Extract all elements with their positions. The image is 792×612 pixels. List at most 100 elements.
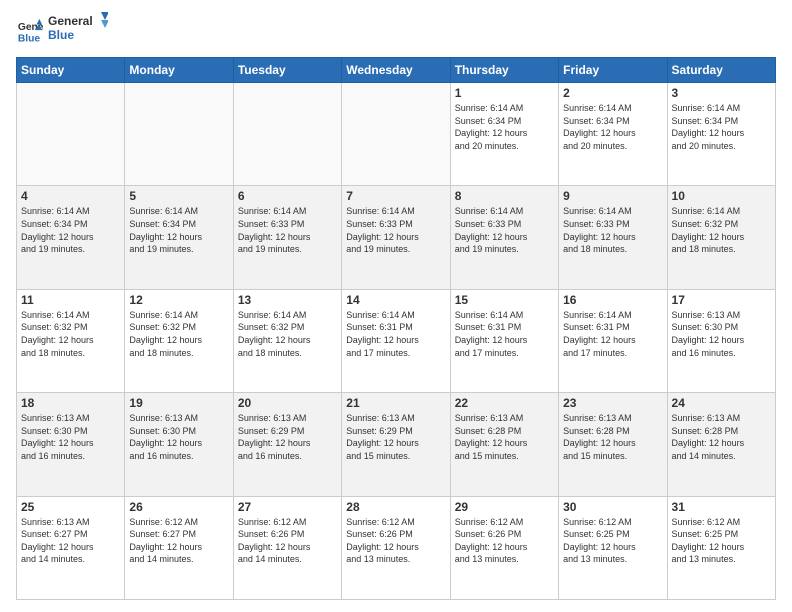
day-number: 20 xyxy=(238,396,337,410)
day-number: 2 xyxy=(563,86,662,100)
day-cell: 26 Sunrise: 6:12 AMSunset: 6:27 PMDayligh… xyxy=(125,496,233,599)
day-cell: 2 Sunrise: 6:14 AMSunset: 6:34 PMDaylight… xyxy=(559,83,667,186)
day-number: 12 xyxy=(129,293,228,307)
day-info: Sunrise: 6:12 AMSunset: 6:26 PMDaylight:… xyxy=(238,516,337,566)
day-number: 29 xyxy=(455,500,554,514)
day-info: Sunrise: 6:13 AMSunset: 6:27 PMDaylight:… xyxy=(21,516,120,566)
day-cell: 11Sunrise: 6:14 AMSunset: 6:32 PMDayligh… xyxy=(17,289,125,392)
week-row-5: 25 Sunrise: 6:13 AMSunset: 6:27 PMDayligh… xyxy=(17,496,776,599)
day-info: Sunrise: 6:13 AMSunset: 6:28 PMDaylight:… xyxy=(672,412,771,462)
day-number: 30 xyxy=(563,500,662,514)
day-info: Sunrise: 6:14 AMSunset: 6:33 PMDaylight:… xyxy=(346,205,445,255)
col-header-saturday: Saturday xyxy=(667,58,775,83)
day-number: 28 xyxy=(346,500,445,514)
day-cell: 12Sunrise: 6:14 AMSunset: 6:32 PMDayligh… xyxy=(125,289,233,392)
day-number: 27 xyxy=(238,500,337,514)
day-info: Sunrise: 6:13 AMSunset: 6:30 PMDaylight:… xyxy=(672,309,771,359)
day-number: 15 xyxy=(455,293,554,307)
day-info: Sunrise: 6:14 AMSunset: 6:33 PMDaylight:… xyxy=(238,205,337,255)
day-info: Sunrise: 6:14 AMSunset: 6:34 PMDaylight:… xyxy=(672,102,771,152)
col-header-monday: Monday xyxy=(125,58,233,83)
day-number: 16 xyxy=(563,293,662,307)
day-info: Sunrise: 6:12 AMSunset: 6:26 PMDaylight:… xyxy=(346,516,445,566)
svg-text:Blue: Blue xyxy=(18,33,41,44)
day-info: Sunrise: 6:14 AMSunset: 6:31 PMDaylight:… xyxy=(346,309,445,359)
day-cell: 8 Sunrise: 6:14 AMSunset: 6:33 PMDaylight… xyxy=(450,186,558,289)
day-info: Sunrise: 6:13 AMSunset: 6:28 PMDaylight:… xyxy=(455,412,554,462)
day-info: Sunrise: 6:13 AMSunset: 6:29 PMDaylight:… xyxy=(346,412,445,462)
day-info: Sunrise: 6:14 AMSunset: 6:34 PMDaylight:… xyxy=(563,102,662,152)
day-info: Sunrise: 6:13 AMSunset: 6:29 PMDaylight:… xyxy=(238,412,337,462)
day-info: Sunrise: 6:14 AMSunset: 6:34 PMDaylight:… xyxy=(455,102,554,152)
day-number: 31 xyxy=(672,500,771,514)
day-number: 26 xyxy=(129,500,228,514)
day-number: 14 xyxy=(346,293,445,307)
day-info: Sunrise: 6:12 AMSunset: 6:27 PMDaylight:… xyxy=(129,516,228,566)
day-cell: 5 Sunrise: 6:14 AMSunset: 6:34 PMDaylight… xyxy=(125,186,233,289)
day-info: Sunrise: 6:14 AMSunset: 6:34 PMDaylight:… xyxy=(21,205,120,255)
day-number: 24 xyxy=(672,396,771,410)
day-cell: 30 Sunrise: 6:12 AMSunset: 6:25 PMDayligh… xyxy=(559,496,667,599)
col-header-sunday: Sunday xyxy=(17,58,125,83)
day-cell: 1 Sunrise: 6:14 AMSunset: 6:34 PMDaylight… xyxy=(450,83,558,186)
week-row-2: 4Sunrise: 6:14 AMSunset: 6:34 PMDaylight… xyxy=(17,186,776,289)
day-cell xyxy=(125,83,233,186)
col-header-friday: Friday xyxy=(559,58,667,83)
col-header-tuesday: Tuesday xyxy=(233,58,341,83)
day-info: Sunrise: 6:14 AMSunset: 6:31 PMDaylight:… xyxy=(563,309,662,359)
day-info: Sunrise: 6:13 AMSunset: 6:28 PMDaylight:… xyxy=(563,412,662,462)
day-number: 18 xyxy=(21,396,120,410)
day-cell: 22 Sunrise: 6:13 AMSunset: 6:28 PMDayligh… xyxy=(450,393,558,496)
day-number: 1 xyxy=(455,86,554,100)
day-info: Sunrise: 6:12 AMSunset: 6:25 PMDaylight:… xyxy=(672,516,771,566)
header: General Blue General Blue xyxy=(16,12,776,49)
day-cell: 13 Sunrise: 6:14 AMSunset: 6:32 PMDayligh… xyxy=(233,289,341,392)
day-info: Sunrise: 6:14 AMSunset: 6:34 PMDaylight:… xyxy=(129,205,228,255)
logo: General Blue General Blue xyxy=(16,12,108,49)
day-number: 5 xyxy=(129,189,228,203)
logo-icon: General Blue xyxy=(16,17,44,45)
day-cell: 7Sunrise: 6:14 AMSunset: 6:33 PMDaylight… xyxy=(342,186,450,289)
day-info: Sunrise: 6:13 AMSunset: 6:30 PMDaylight:… xyxy=(21,412,120,462)
day-cell: 10Sunrise: 6:14 AMSunset: 6:32 PMDayligh… xyxy=(667,186,775,289)
page: General Blue General Blue SundayMon xyxy=(0,0,792,612)
day-number: 19 xyxy=(129,396,228,410)
day-cell: 29Sunrise: 6:12 AMSunset: 6:26 PMDayligh… xyxy=(450,496,558,599)
day-number: 25 xyxy=(21,500,120,514)
logo-svg: General Blue xyxy=(48,12,108,44)
day-number: 9 xyxy=(563,189,662,203)
day-info: Sunrise: 6:14 AMSunset: 6:33 PMDaylight:… xyxy=(455,205,554,255)
day-cell xyxy=(233,83,341,186)
day-number: 13 xyxy=(238,293,337,307)
header-row: SundayMondayTuesdayWednesdayThursdayFrid… xyxy=(17,58,776,83)
day-cell: 3Sunrise: 6:14 AMSunset: 6:34 PMDaylight… xyxy=(667,83,775,186)
day-cell: 31 Sunrise: 6:12 AMSunset: 6:25 PMDayligh… xyxy=(667,496,775,599)
day-number: 17 xyxy=(672,293,771,307)
calendar-table: SundayMondayTuesdayWednesdayThursdayFrid… xyxy=(16,57,776,600)
day-info: Sunrise: 6:12 AMSunset: 6:25 PMDaylight:… xyxy=(563,516,662,566)
day-number: 6 xyxy=(238,189,337,203)
day-cell: 24 Sunrise: 6:13 AMSunset: 6:28 PMDayligh… xyxy=(667,393,775,496)
day-number: 8 xyxy=(455,189,554,203)
day-info: Sunrise: 6:14 AMSunset: 6:32 PMDaylight:… xyxy=(238,309,337,359)
day-cell: 18 Sunrise: 6:13 AMSunset: 6:30 PMDayligh… xyxy=(17,393,125,496)
week-row-3: 11Sunrise: 6:14 AMSunset: 6:32 PMDayligh… xyxy=(17,289,776,392)
day-cell: 20 Sunrise: 6:13 AMSunset: 6:29 PMDayligh… xyxy=(233,393,341,496)
day-info: Sunrise: 6:14 AMSunset: 6:31 PMDaylight:… xyxy=(455,309,554,359)
svg-text:Blue: Blue xyxy=(48,28,74,42)
day-cell: 23 Sunrise: 6:13 AMSunset: 6:28 PMDayligh… xyxy=(559,393,667,496)
day-cell: 9 Sunrise: 6:14 AMSunset: 6:33 PMDaylight… xyxy=(559,186,667,289)
day-cell: 25 Sunrise: 6:13 AMSunset: 6:27 PMDayligh… xyxy=(17,496,125,599)
day-cell: 14 Sunrise: 6:14 AMSunset: 6:31 PMDayligh… xyxy=(342,289,450,392)
day-cell xyxy=(342,83,450,186)
day-number: 23 xyxy=(563,396,662,410)
col-header-wednesday: Wednesday xyxy=(342,58,450,83)
day-cell: 16 Sunrise: 6:14 AMSunset: 6:31 PMDayligh… xyxy=(559,289,667,392)
day-number: 22 xyxy=(455,396,554,410)
day-info: Sunrise: 6:14 AMSunset: 6:32 PMDaylight:… xyxy=(672,205,771,255)
day-info: Sunrise: 6:14 AMSunset: 6:32 PMDaylight:… xyxy=(21,309,120,359)
day-cell: 27 Sunrise: 6:12 AMSunset: 6:26 PMDayligh… xyxy=(233,496,341,599)
day-cell: 4Sunrise: 6:14 AMSunset: 6:34 PMDaylight… xyxy=(17,186,125,289)
day-number: 21 xyxy=(346,396,445,410)
day-info: Sunrise: 6:14 AMSunset: 6:33 PMDaylight:… xyxy=(563,205,662,255)
